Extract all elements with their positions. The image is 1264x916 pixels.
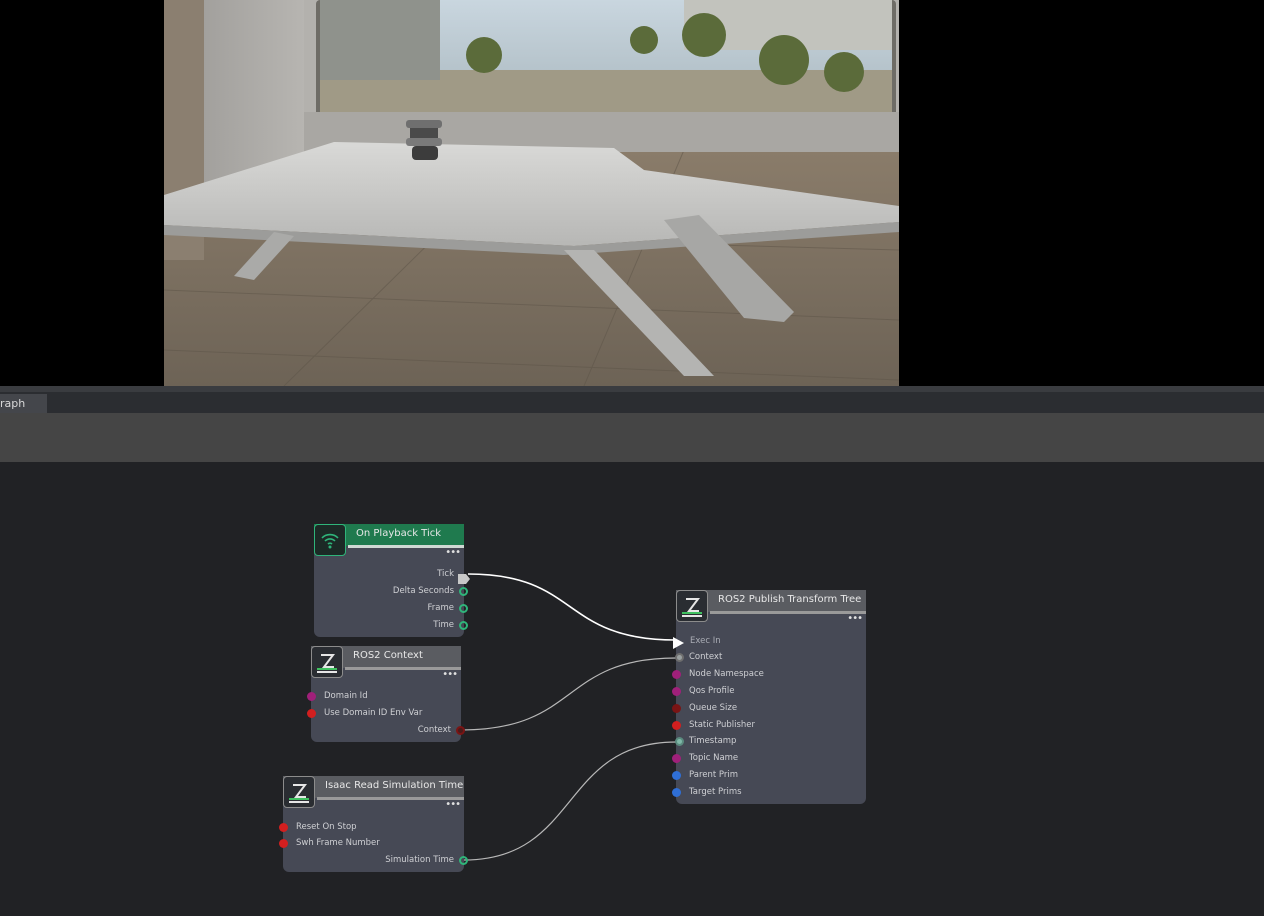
node-menu-button[interactable]: •••	[445, 800, 461, 810]
pin-domain-id[interactable]	[307, 692, 316, 701]
port-exec-in: Exec In	[690, 636, 721, 646]
tab-label: raph	[0, 397, 26, 410]
pin-context[interactable]	[675, 653, 684, 662]
port-static-publisher: Static Publisher	[689, 720, 756, 730]
pin-parent-prim[interactable]	[672, 771, 681, 780]
port-delta-seconds: Delta Seconds	[392, 586, 454, 596]
pin-time[interactable]	[459, 621, 468, 630]
pin-timestamp[interactable]	[675, 737, 684, 746]
port-timestamp: Timestamp	[689, 736, 737, 746]
pin-use-domain-id-env[interactable]	[307, 709, 316, 718]
pin-delta-seconds[interactable]	[459, 587, 468, 596]
node-ros2-context[interactable]: ROS2 Context ••• Domain Id Use Domain ID…	[307, 646, 465, 742]
exec-pin-exec-in[interactable]	[673, 634, 684, 649]
port-context-out: Context	[417, 725, 451, 735]
port-queue-size: Queue Size	[689, 703, 738, 713]
node-ros2-publish-transform-tree[interactable]: ROS2 Publish Transform Tree ••• Exec In …	[672, 590, 866, 804]
port-topic-name: Topic Name	[689, 753, 739, 763]
port-qos-profile: Qos Profile	[689, 686, 735, 696]
graph-canvas[interactable]	[0, 462, 1264, 916]
graph-tab-bar: raph	[0, 392, 1264, 413]
port-node-namespace: Node Namespace	[689, 669, 764, 679]
tab-action-graph[interactable]: raph	[0, 394, 47, 413]
port-time: Time	[433, 620, 454, 630]
graph-toolbar	[0, 413, 1264, 463]
scene-illustration	[164, 0, 899, 386]
pin-node-namespace[interactable]	[672, 670, 681, 679]
pin-frame[interactable]	[459, 604, 468, 613]
node-header-line	[710, 611, 866, 614]
port-reset-on-stop: Reset On Stop	[296, 822, 357, 832]
port-use-domain-id-env: Use Domain ID Env Var	[324, 708, 423, 718]
node-menu-button[interactable]: •••	[847, 614, 863, 624]
port-swh-frame-number: Swh Frame Number	[296, 838, 380, 848]
ros-node-icon	[676, 590, 708, 622]
ros-node-icon	[283, 776, 315, 808]
port-tick: Tick	[437, 569, 454, 579]
node-isaac-read-simulation-time[interactable]: Isaac Read Simulation Time ••• Reset On …	[279, 776, 468, 872]
wifi-icon	[314, 524, 346, 556]
port-parent-prim: Parent Prim	[689, 770, 739, 780]
pin-context-out[interactable]	[456, 726, 465, 735]
node-on-playback-tick[interactable]: On Playback Tick ••• Tick Delta Seconds …	[314, 524, 470, 637]
port-domain-id: Domain Id	[324, 691, 368, 701]
port-simulation-time: Simulation Time	[385, 855, 454, 865]
pin-queue-size[interactable]	[672, 704, 681, 713]
scene-render[interactable]	[164, 0, 899, 386]
ros-node-icon	[311, 646, 343, 678]
node-menu-button[interactable]: •••	[445, 548, 461, 558]
pin-qos-profile[interactable]	[672, 687, 681, 696]
viewport[interactable]	[0, 0, 1264, 386]
pin-reset-on-stop[interactable]	[279, 823, 288, 832]
pin-static-publisher[interactable]	[672, 721, 681, 730]
exec-pin-tick[interactable]	[458, 569, 470, 584]
pin-topic-name[interactable]	[672, 754, 681, 763]
node-header-line	[317, 797, 464, 800]
port-context: Context	[689, 652, 723, 662]
pin-target-prims[interactable]	[672, 788, 681, 797]
pin-swh-frame-number[interactable]	[279, 839, 288, 848]
node-menu-button[interactable]: •••	[442, 670, 458, 680]
port-frame: Frame	[427, 603, 454, 613]
pin-simulation-time[interactable]	[459, 856, 468, 865]
port-target-prims: Target Prims	[689, 787, 742, 797]
